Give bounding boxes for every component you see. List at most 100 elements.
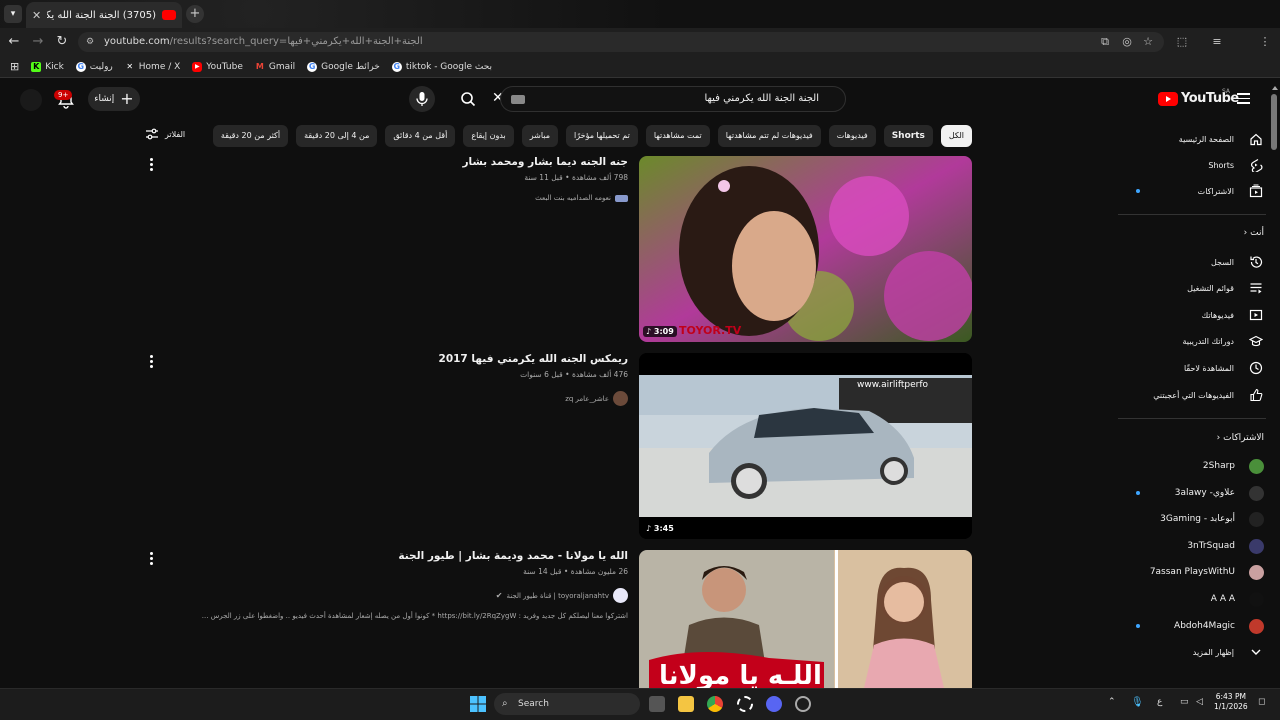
create-button[interactable]: إنشاء +	[88, 87, 140, 111]
chip-videos[interactable]: فيديوهات	[828, 125, 876, 147]
reload-button[interactable]: ↻	[54, 34, 70, 50]
video-thumbnail[interactable]: www.airliftperfo ♪ 3:45	[639, 353, 972, 539]
sidebar-item-subscriptions[interactable]: الاشتراكات	[1118, 178, 1266, 204]
chip-over-20-min[interactable]: أكثر من 20 دقيقة	[212, 125, 289, 147]
bookmark-item[interactable]: ▶ YouTube	[192, 61, 243, 72]
bookmark-item[interactable]: ✕ Home / X	[125, 62, 180, 72]
channel-name[interactable]: نعومه الصداميه بنت البعث	[535, 194, 611, 202]
steam-icon[interactable]	[795, 696, 811, 712]
more-actions-icon[interactable]	[150, 355, 154, 370]
channel-name[interactable]: toyoraljanahtv | قناة طيور الجنة	[506, 592, 609, 600]
sidebar-item-your-videos[interactable]: فيديوهاتك	[1118, 302, 1266, 328]
sidebar-item-history[interactable]: السجل	[1118, 249, 1266, 275]
video-title[interactable]: جنه الجنه ديما بشار ومحمد بشار	[462, 156, 628, 168]
channel-avatar[interactable]	[615, 194, 628, 202]
filters-button[interactable]: الفلاتر	[145, 128, 185, 140]
bookmark-item[interactable]: K Kick	[31, 61, 64, 72]
scrollbar-thumb[interactable]	[1271, 94, 1277, 150]
browser-tab[interactable]: (3705) الجنة الجنة الله يكرمني فيها ✕	[26, 2, 182, 28]
sidebar-subscription-item[interactable]: A A A	[1118, 586, 1266, 612]
sidebar-subscription-item[interactable]: أبوعابد - 3Gaming	[1118, 506, 1266, 532]
video-result[interactable]: www.airliftperfo ♪ 3:45 ريمكس الجنه الله…	[150, 353, 972, 539]
volume-icon[interactable]: ◁	[1196, 697, 1203, 707]
video-meta: 26 مليون مشاهدة • قبل 14 سنة	[523, 567, 628, 576]
sidebar-item-liked-videos[interactable]: الفيديوهات التي أعجبتني	[1118, 382, 1266, 408]
bookmark-item[interactable]: M Gmail	[255, 62, 295, 72]
chip-all[interactable]: الكل	[940, 125, 972, 147]
bookmark-star-icon[interactable]: ☆	[1141, 35, 1155, 49]
discord-icon[interactable]	[766, 696, 782, 712]
channel-link[interactable]: نعومه الصداميه بنت البعث	[535, 194, 628, 202]
apps-icon[interactable]: ⊞	[10, 60, 19, 73]
back-button[interactable]: ←	[6, 34, 22, 50]
keyboard-icon[interactable]	[511, 95, 525, 104]
more-actions-icon[interactable]	[150, 158, 154, 173]
media-controls-icon[interactable]: ≡	[1210, 35, 1224, 49]
channel-avatar[interactable]	[613, 391, 628, 406]
taskbar-search-input[interactable]: ⌕ Search	[494, 693, 640, 715]
video-result[interactable]: TOYOR.TV ♪ 3:09 جنه الجنه ديما بشار ومحم…	[150, 156, 972, 342]
chrome-icon[interactable]	[707, 696, 723, 712]
video-thumbnail[interactable]: اللـه يا مولانا	[639, 550, 972, 688]
chip-live[interactable]: مباشر	[521, 125, 558, 147]
input-language[interactable]: ع	[1157, 697, 1162, 707]
install-app-icon[interactable]: ⧉	[1098, 35, 1112, 49]
new-tab-button[interactable]: +	[186, 5, 204, 23]
voice-search-button[interactable]	[409, 86, 435, 112]
sidebar-subscription-item[interactable]: علاوي- 3alawy	[1118, 480, 1266, 506]
bookmark-item[interactable]: Gtiktok - Google بحث	[391, 61, 492, 72]
task-view-icon[interactable]	[649, 696, 665, 712]
channel-name[interactable]: عاشر_عامر zq	[565, 395, 609, 403]
sidebar-item-shorts[interactable]: Shorts	[1118, 152, 1266, 178]
more-actions-icon[interactable]	[150, 552, 154, 567]
search-input[interactable]: الجنة الجنة الله يكرمني فيها	[500, 86, 846, 112]
chip-under-4-min[interactable]: أقل من 4 دقائق	[385, 125, 456, 147]
chip-shorts[interactable]: Shorts	[883, 125, 933, 147]
browser-menu-icon[interactable]: ⋮	[1258, 35, 1272, 49]
chip-recently-uploaded[interactable]: تم تحميلها مؤخرًا	[566, 125, 638, 147]
sidebar-subscription-item[interactable]: 3nTrSquad	[1118, 533, 1266, 559]
sidebar-item-playlists[interactable]: قوائم التشغيل	[1118, 275, 1266, 301]
forward-button[interactable]: →	[30, 34, 46, 50]
video-title[interactable]: ريمكس الجنه الله يكرمني فيها 2017	[439, 353, 628, 365]
menu-icon[interactable]	[1237, 93, 1251, 105]
microphone-tray-icon[interactable]: 🎙	[1131, 697, 1144, 708]
tracking-protection-icon[interactable]: ◎	[1120, 35, 1134, 49]
tab-search-button[interactable]: ▾	[4, 5, 22, 23]
extensions-icon[interactable]: ⬚	[1175, 35, 1189, 49]
video-thumbnail[interactable]: TOYOR.TV ♪ 3:09	[639, 156, 972, 342]
bookmark-item[interactable]: G Google خرائط	[307, 61, 380, 72]
obs-icon[interactable]	[737, 696, 753, 712]
video-title[interactable]: الله يا مولانا - محمد وديمة بشار | طيور …	[398, 550, 628, 562]
sidebar-subscription-item[interactable]: 2Sharp	[1118, 453, 1266, 479]
bookmark-item[interactable]: G رولیت	[75, 61, 113, 72]
windows-start-icon[interactable]	[470, 696, 486, 712]
sidebar-item-courses[interactable]: دوراتك التدريبية	[1118, 328, 1266, 354]
taskbar-clock[interactable]: 6:43 PM 1/1/2026	[1214, 692, 1248, 712]
page-scrollbar[interactable]	[1270, 86, 1278, 686]
sidebar-you-header[interactable]: أنت ‹	[1118, 228, 1266, 238]
sidebar-subscription-item[interactable]: Abdoh4Magic	[1118, 613, 1266, 639]
chip-watched[interactable]: تمت مشاهدتها	[645, 125, 710, 147]
notifications-icon[interactable]: ◻	[1258, 697, 1265, 707]
avatar[interactable]	[20, 89, 42, 111]
channel-link[interactable]: toyoraljanahtv | قناة طيور الجنة ✔	[496, 588, 628, 603]
site-info-icon[interactable]: ⚙	[86, 32, 94, 52]
chip-no-beat[interactable]: بدون إيقاع	[463, 125, 514, 147]
network-icon[interactable]: ▭	[1180, 697, 1189, 707]
chip-4-20-min[interactable]: من 4 إلى 20 دقيقة	[296, 125, 378, 147]
close-tab-icon[interactable]: ✕	[32, 9, 41, 22]
file-explorer-icon[interactable]	[678, 696, 694, 712]
sidebar-item-home[interactable]: الصفحة الرئيسية	[1118, 126, 1266, 152]
sidebar-subscription-item[interactable]: 7assan PlaysWithU	[1118, 559, 1266, 585]
sidebar-subscriptions-header[interactable]: الاشتراكات ‹	[1118, 433, 1266, 443]
url-bar[interactable]: ⚙ youtube.com/results?search_query=الجنة…	[78, 32, 1164, 52]
video-result[interactable]: اللـه يا مولانا الله يا مولانا - محمد ود…	[150, 550, 972, 688]
show-hidden-icons-icon[interactable]: ⌃	[1108, 697, 1116, 707]
chip-unwatched[interactable]: فيديوهات لم تتم مشاهدتها	[717, 125, 821, 147]
sidebar-item-watch-later[interactable]: المشاهدة لاحقًا	[1118, 355, 1266, 381]
sidebar-show-more[interactable]: إظهار المزيد	[1118, 639, 1266, 665]
channel-avatar[interactable]	[613, 588, 628, 603]
search-button[interactable]	[455, 88, 481, 110]
channel-link[interactable]: عاشر_عامر zq	[565, 391, 628, 406]
